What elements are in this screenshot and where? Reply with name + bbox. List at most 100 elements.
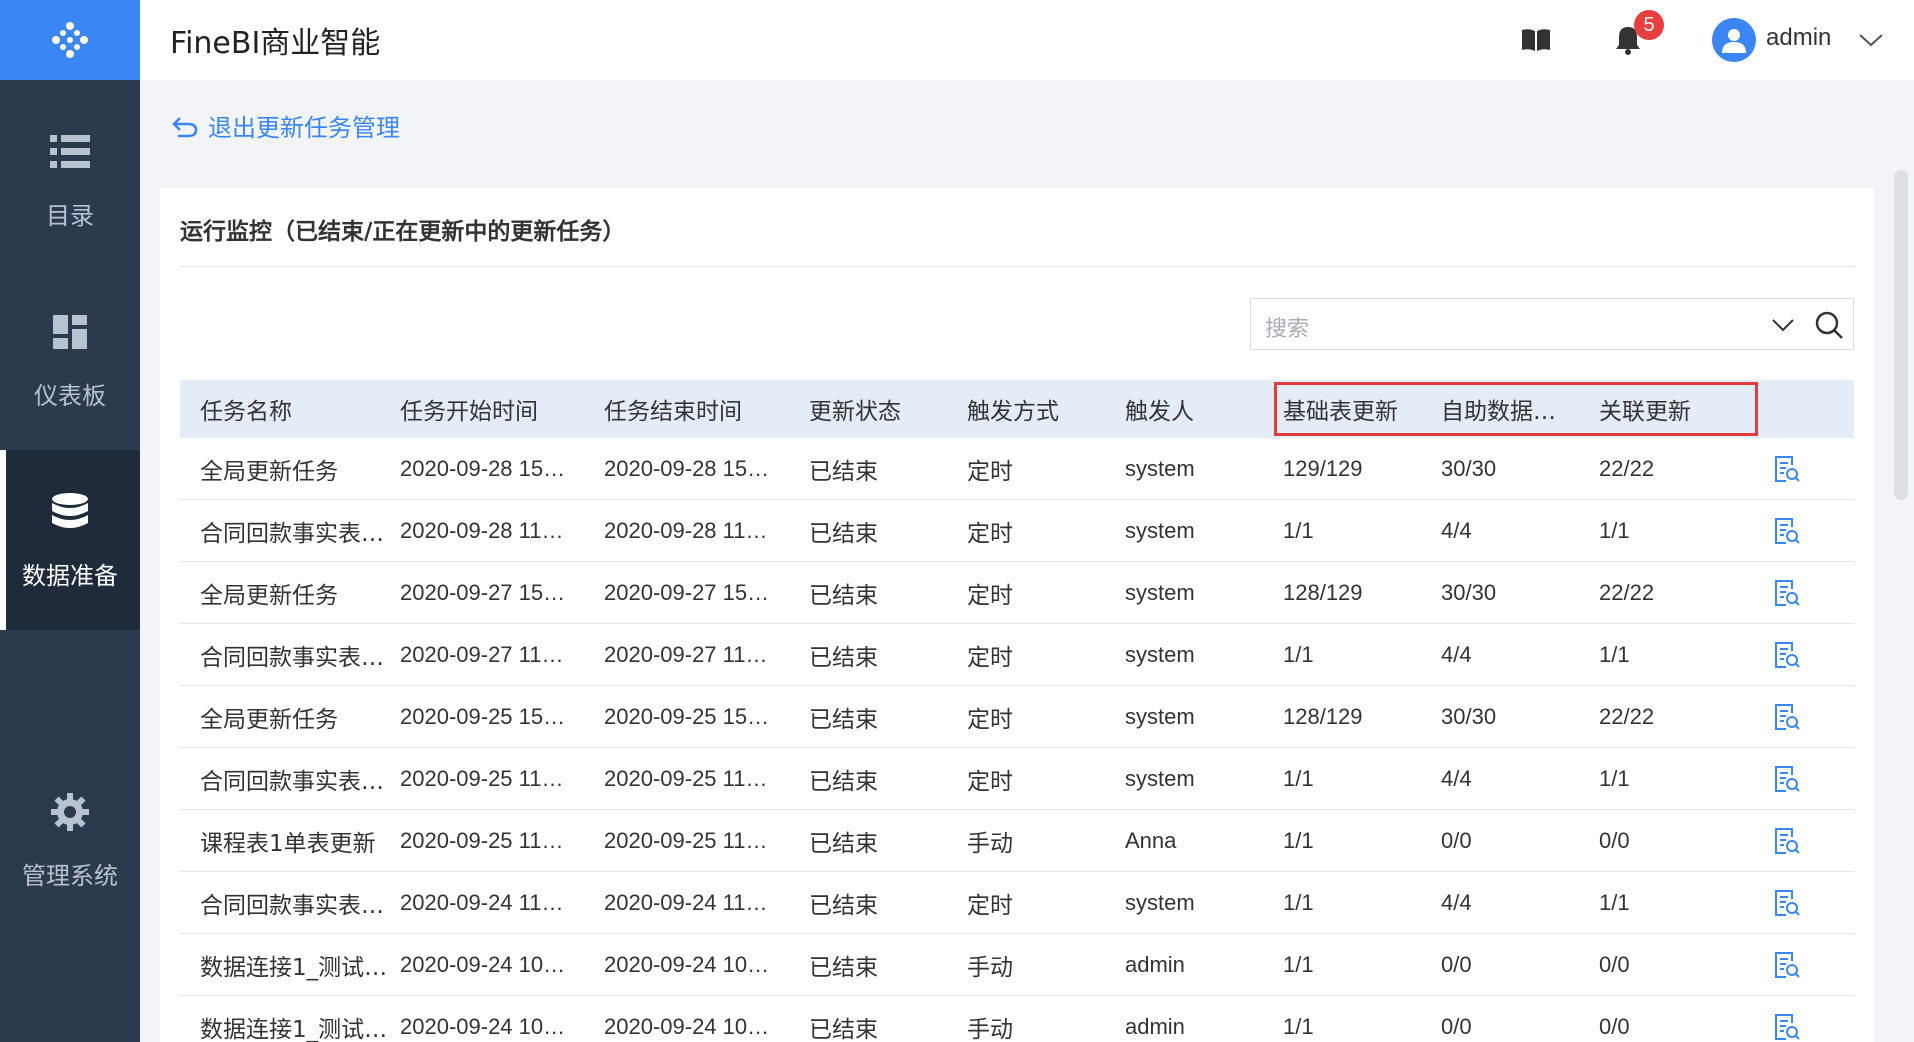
scrollbar[interactable] xyxy=(1894,170,1908,500)
view-log-icon[interactable] xyxy=(1772,578,1802,608)
highlight-box xyxy=(1274,382,1758,436)
table-cell: 合同回款事实表… xyxy=(200,520,384,547)
table-cell: 定时 xyxy=(967,582,1013,609)
table-cell: 1/1 xyxy=(1283,517,1314,543)
table-cell: 0/0 xyxy=(1599,951,1630,977)
table-row[interactable]: 合同回款事实表… 2020-09-28 11… 2020-09-28 11… 已结束 定… xyxy=(180,500,1854,562)
table-cell: system xyxy=(1125,765,1195,791)
table-cell: 2020-09-27 11… xyxy=(604,641,768,667)
table-cell: 4/4 xyxy=(1441,765,1472,791)
table-cell: 0/0 xyxy=(1441,951,1472,977)
table-row[interactable]: 合同回款事实表… 2020-09-24 11… 2020-09-24 11… 已结束 定… xyxy=(180,872,1854,934)
view-log-icon[interactable] xyxy=(1772,888,1802,918)
search-input[interactable]: 搜索 xyxy=(1265,311,1309,343)
view-log-icon[interactable] xyxy=(1772,764,1802,794)
table-row[interactable]: 全局更新任务 2020-09-25 15… 2020-09-25 15… 已结束 定时 s… xyxy=(180,686,1854,748)
view-log-icon[interactable] xyxy=(1772,454,1802,484)
view-log-icon[interactable] xyxy=(1772,640,1802,670)
view-log-icon[interactable] xyxy=(1772,826,1802,856)
table-cell: 手动 xyxy=(967,954,1013,981)
sidebar-item-data-prep[interactable]: 数据准备 xyxy=(0,450,140,630)
table-row[interactable]: 数据连接1_测试… 2020-09-24 10… 2020-09-24 10… 已结束… xyxy=(180,996,1854,1042)
column-header[interactable]: 更新状态 xyxy=(809,380,967,438)
search-box[interactable]: 搜索 xyxy=(1250,298,1854,350)
table-row[interactable]: 全局更新任务 2020-09-27 15… 2020-09-27 15… 已结束 定时 s… xyxy=(180,562,1854,624)
sidebar-item-admin[interactable]: 管理系统 xyxy=(0,750,140,930)
table-cell: 全局更新任务 xyxy=(200,458,338,485)
table-cell: 手动 xyxy=(967,830,1013,857)
table-row[interactable]: 全局更新任务 2020-09-28 15… 2020-09-28 15… 已结束 定时 s… xyxy=(180,438,1854,500)
table-row[interactable]: 数据连接1_测试… 2020-09-24 10… 2020-09-24 10… 已结束… xyxy=(180,934,1854,996)
return-arrow-icon xyxy=(172,116,198,137)
notification-badge: 5 xyxy=(1634,10,1664,40)
table-cell: 全局更新任务 xyxy=(200,706,338,733)
table-row[interactable]: 课程表1单表更新 2020-09-25 11… 2020-09-25 11… 已结束 手… xyxy=(180,810,1854,872)
table-cell: 2020-09-24 10… xyxy=(400,1013,566,1039)
app-logo[interactable] xyxy=(0,0,140,80)
table-cell: 合同回款事实表… xyxy=(200,644,384,671)
sidebar-item-catalog[interactable]: 目录 xyxy=(0,90,140,270)
table-cell: 2020-09-24 11… xyxy=(604,889,768,915)
table-row[interactable]: 合同回款事实表… 2020-09-25 11… 2020-09-25 11… 已结束 定… xyxy=(180,748,1854,810)
view-detail-cell xyxy=(1757,438,1817,499)
chevron-down-icon[interactable] xyxy=(1769,311,1797,339)
table-cell: 2020-09-27 11… xyxy=(400,641,564,667)
database-icon xyxy=(48,490,92,534)
exit-update-task-link[interactable]: 退出更新任务管理 xyxy=(172,108,400,143)
table-cell: 1/1 xyxy=(1283,951,1314,977)
view-detail-cell xyxy=(1757,934,1817,995)
table-cell: 已结束 xyxy=(809,582,878,609)
table-cell: 1/1 xyxy=(1283,827,1314,853)
column-header[interactable]: 任务开始时间 xyxy=(400,380,604,438)
app-title: FineBI商业智能 xyxy=(170,26,381,61)
table-cell: 课程表1单表更新 xyxy=(200,830,376,857)
table-cell: 4/4 xyxy=(1441,641,1472,667)
chevron-down-icon[interactable] xyxy=(1858,30,1884,50)
search-icon[interactable] xyxy=(1813,309,1845,341)
column-header[interactable]: 任务结束时间 xyxy=(604,380,809,438)
view-log-icon[interactable] xyxy=(1772,516,1802,546)
table-cell: 1/1 xyxy=(1283,889,1314,915)
view-log-icon[interactable] xyxy=(1772,1012,1802,1042)
table-cell: 2020-09-24 11… xyxy=(400,889,564,915)
table-cell: 0/0 xyxy=(1441,1013,1472,1039)
table-cell: 2020-09-25 11… xyxy=(604,765,768,791)
table-row[interactable]: 合同回款事实表… 2020-09-27 11… 2020-09-27 11… 已结束 定… xyxy=(180,624,1854,686)
sidebar-item-label: 管理系统 xyxy=(22,861,118,890)
view-log-icon[interactable] xyxy=(1772,702,1802,732)
view-log-icon[interactable] xyxy=(1772,950,1802,980)
column-header[interactable]: 触发方式 xyxy=(967,380,1125,438)
table-cell: 合同回款事实表… xyxy=(200,892,384,919)
table-cell: 定时 xyxy=(967,892,1013,919)
table-cell: 2020-09-27 15… xyxy=(604,579,770,605)
table-cell: 2020-09-25 11… xyxy=(604,827,768,853)
logo-icon xyxy=(52,22,88,58)
table-cell: 2020-09-25 11… xyxy=(400,765,564,791)
table-cell: 1/1 xyxy=(1283,765,1314,791)
table-cell: 30/30 xyxy=(1441,703,1497,729)
table-cell: 数据连接1_测试… xyxy=(200,954,388,981)
sidebar-item-dashboard[interactable]: 仪表板 xyxy=(0,270,140,450)
table-cell: 2020-09-28 11… xyxy=(604,517,768,543)
table-cell: 已结束 xyxy=(809,1016,878,1042)
help-book-icon[interactable] xyxy=(1518,22,1554,58)
column-header[interactable]: 任务名称 xyxy=(200,380,400,438)
sidebar-item-label: 仪表板 xyxy=(34,381,106,410)
table-cell: 129/129 xyxy=(1283,455,1363,481)
gear-icon xyxy=(48,790,92,834)
table-cell: 30/30 xyxy=(1441,579,1497,605)
avatar[interactable] xyxy=(1712,18,1756,62)
table-cell: 0/0 xyxy=(1441,827,1472,853)
sidebar: 目录 仪表板 数据准备 管理系统 xyxy=(0,0,140,1042)
view-detail-cell xyxy=(1757,500,1817,561)
user-name[interactable]: admin xyxy=(1766,24,1831,52)
column-header[interactable]: 触发人 xyxy=(1125,380,1283,438)
table-cell: 2020-09-25 11… xyxy=(400,827,564,853)
table-cell: 1/1 xyxy=(1599,517,1630,543)
table-cell: 数据连接1_测试… xyxy=(200,1016,388,1042)
table-cell: 0/0 xyxy=(1599,1013,1630,1039)
view-detail-cell xyxy=(1757,810,1817,871)
table-cell: 手动 xyxy=(967,1016,1013,1042)
table-cell: 4/4 xyxy=(1441,889,1472,915)
view-detail-cell xyxy=(1757,624,1817,685)
